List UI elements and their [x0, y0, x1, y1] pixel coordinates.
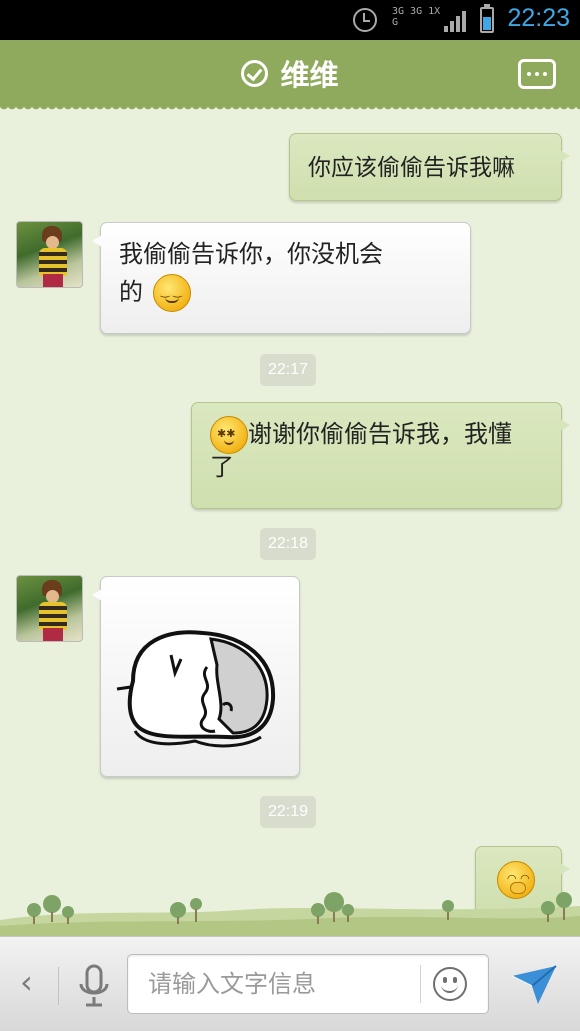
chat-title-group: 维维	[0, 40, 580, 106]
signal-icon	[444, 10, 470, 32]
message-text: 我偷偷告诉你，你没机会	[119, 240, 383, 268]
message-input-container	[127, 954, 489, 1014]
network-type-icon: 3G 3G 1X G	[392, 6, 441, 28]
more-options-button[interactable]	[518, 59, 556, 89]
chat-header: 维维	[0, 40, 580, 112]
more-icon	[527, 72, 531, 76]
sticker-image	[116, 630, 276, 748]
message-list[interactable]: 你应该偷偷告诉我嘛 我偷偷告诉你，你没机会 的 ‿ ‿ 22:17 ✱✱ 谢谢你…	[0, 106, 580, 936]
battery-icon	[480, 4, 494, 33]
microphone-icon[interactable]	[78, 964, 110, 1008]
status-time: 22:23	[507, 4, 570, 32]
message-text-line2: 的 ‿ ‿	[119, 273, 452, 312]
chat-title: 维维	[280, 58, 339, 92]
alarm-icon	[353, 8, 377, 32]
message-bubble-incoming[interactable]	[92, 576, 300, 777]
smile-emoji-icon: ‿ ‿	[152, 274, 191, 312]
send-icon[interactable]	[510, 962, 558, 1006]
message-text-line1: ✱✱ 谢谢你偷偷告诉我，我懂	[210, 415, 549, 454]
contact-avatar[interactable]	[16, 575, 83, 642]
message-input[interactable]	[148, 955, 418, 1013]
divider	[420, 965, 421, 1003]
message-timestamp: 22:19	[260, 796, 317, 828]
back-arrow-icon[interactable]: ‹	[20, 963, 33, 1001]
divider	[58, 967, 59, 1005]
message-text: 你应该偷偷告诉我嘛	[308, 155, 515, 181]
input-bar: ‹	[0, 936, 580, 1031]
message-bubble-outgoing[interactable]: 你应该偷偷告诉我嘛	[289, 133, 570, 201]
message-timestamp: 22:18	[260, 528, 317, 560]
contact-avatar[interactable]	[16, 221, 83, 288]
message-text: 的	[119, 278, 143, 306]
dizzy-emoji-icon: ✱✱	[210, 416, 248, 454]
check-circle-icon	[241, 59, 269, 87]
emoji-picker-icon[interactable]	[433, 967, 467, 1001]
message-timestamp: 22:17	[260, 354, 317, 386]
message-bubble-outgoing[interactable]: ✱✱ 谢谢你偷偷告诉我，我懂 了	[191, 402, 570, 509]
status-bar: 3G 3G 1X G 22:23	[0, 0, 580, 40]
message-bubble-incoming[interactable]: 我偷偷告诉你，你没机会 的 ‿ ‿	[92, 222, 471, 334]
message-text: 谢谢你偷偷告诉我，我懂	[248, 420, 512, 448]
landscape-decoration	[0, 892, 580, 936]
